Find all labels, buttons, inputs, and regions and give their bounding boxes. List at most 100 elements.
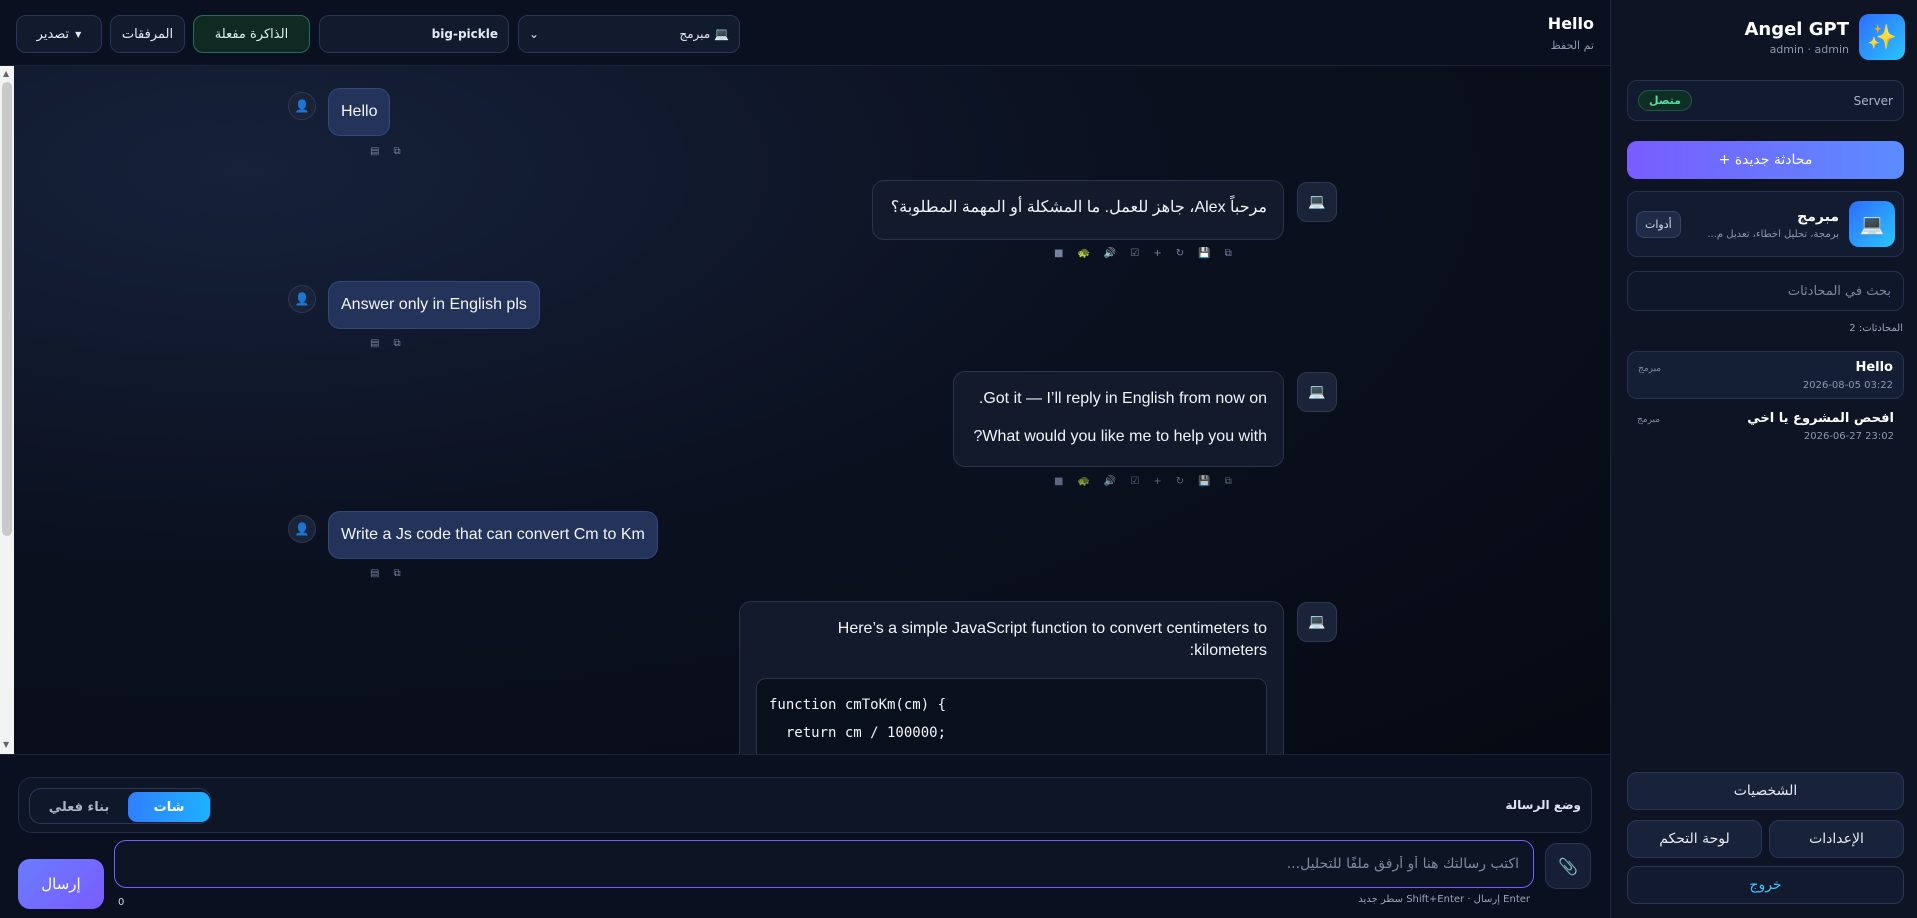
brand-title: Angel GPT: [1744, 18, 1849, 40]
copy-icon[interactable]: ⧉: [393, 338, 400, 349]
message-mode-label: وضع الرسالة: [1505, 798, 1581, 812]
user-message-actions: ▤ ⧉: [370, 146, 401, 157]
user-message: Write a Js code that can convert Cm to K…: [328, 511, 658, 559]
conversation-search-input[interactable]: [1627, 271, 1904, 311]
user-message: Hello: [328, 88, 391, 136]
scroll-up-icon[interactable]: ▲: [3, 69, 9, 78]
conversation-item[interactable]: افحص المشروع يا اخي 2026-06-27 23:02 مبر…: [1627, 403, 1904, 451]
bot-avatar-icon: 💻: [1297, 602, 1337, 642]
input-hint: Enter إرسال · Shift+Enter سطر جديد: [1358, 894, 1530, 905]
active-persona-card[interactable]: 💻 مبرمج برمجة، تحليل أخطاء، تعديل م... أ…: [1627, 191, 1904, 257]
settings-button[interactable]: الإعدادات: [1769, 820, 1904, 858]
conversation-persona-tag: مبرمج: [1638, 364, 1662, 374]
bot-avatar-icon: 💻: [1297, 182, 1337, 222]
laptop-icon: 💻: [1849, 201, 1895, 247]
message-mode-bar: وضع الرسالة بناء فعلي شات: [18, 777, 1592, 833]
character-count: 0: [118, 897, 125, 908]
server-status-box: متصل Server: [1627, 80, 1904, 121]
user-message-actions: ▤ ⧉: [370, 338, 401, 349]
persona-tools-button[interactable]: أدوات: [1636, 210, 1681, 238]
bot-message-actions: ⧉ 💾 ↻ + ☑ 🔊 🐢 ■: [1054, 248, 1232, 259]
conversation-item[interactable]: Hello 2026-08-05 03:22 مبرمج: [1627, 351, 1904, 399]
caret-down-icon: ▼: [75, 29, 82, 39]
add-icon[interactable]: +: [1153, 248, 1161, 259]
user-message-actions: ▤ ⧉: [370, 568, 401, 579]
turtle-icon[interactable]: 🐢: [1077, 248, 1089, 259]
speaker-icon[interactable]: 🔊: [1104, 476, 1116, 487]
stop-icon[interactable]: ■: [1054, 248, 1063, 259]
conversation-title: افحص المشروع يا اخي: [1747, 411, 1894, 426]
message-composer: وضع الرسالة بناء فعلي شات إرسال 0 Enter …: [0, 754, 1610, 918]
new-chat-button[interactable]: + محادثة جديدة: [1627, 141, 1904, 179]
copy-icon[interactable]: ⧉: [393, 146, 400, 157]
bot-message-text: Here’s a simple JavaScript function to c…: [837, 620, 1267, 659]
persona-name: مبرمج: [1797, 208, 1839, 225]
mode-chat-button[interactable]: شات: [128, 792, 210, 822]
message-mode-toggle: بناء فعلي شات: [29, 788, 211, 824]
user-avatar-icon: 👤: [288, 285, 316, 313]
refresh-icon[interactable]: ↻: [1176, 248, 1184, 259]
edit-icon[interactable]: ▤: [370, 338, 379, 349]
code-block[interactable]: function cmToKm(cm) { return cm / 100000…: [756, 678, 1267, 754]
save-icon[interactable]: 💾: [1198, 476, 1210, 487]
bot-avatar-icon: 💻: [1297, 372, 1337, 412]
server-status-badge: متصل: [1638, 90, 1692, 111]
add-icon[interactable]: +: [1153, 476, 1161, 487]
bot-message: Got it — I’ll reply in English from now …: [953, 371, 1284, 467]
check-icon[interactable]: ☑: [1130, 248, 1139, 259]
conversation-title: Hello: [1855, 360, 1893, 375]
laptop-icon: 💻: [714, 27, 729, 41]
bot-message-text: مرحباً Alex، جاهز للعمل. ما المشكلة أو ا…: [890, 199, 1267, 216]
scrollbar[interactable]: ▲ ▼: [0, 66, 14, 754]
sidebar: ✨ Angel GPT admin · admin متصل Server + …: [1610, 0, 1917, 918]
check-icon[interactable]: ☑: [1130, 476, 1139, 487]
send-button[interactable]: إرسال: [18, 859, 104, 909]
chevron-down-icon: ⌄: [529, 27, 540, 41]
user-avatar-icon: 👤: [288, 515, 316, 543]
attachments-button[interactable]: المرفقات: [110, 15, 185, 53]
bot-message-line: Got it — I’ll reply in English from now …: [978, 390, 1267, 407]
speaker-icon[interactable]: 🔊: [1104, 248, 1116, 259]
sparkle-icon: ✨: [1859, 14, 1905, 60]
persona-description: برمجة، تحليل أخطاء، تعديل م...: [1707, 228, 1839, 240]
logout-button[interactable]: خروج: [1627, 866, 1904, 904]
edit-icon[interactable]: ▤: [370, 146, 379, 157]
personas-button[interactable]: الشخصيات: [1627, 772, 1904, 810]
chat-title: Hello: [1547, 14, 1594, 33]
app-root: ✨ Angel GPT admin · admin متصل Server + …: [0, 0, 1917, 918]
user-message: Answer only in English pls: [328, 281, 540, 329]
mode-build-button[interactable]: بناء فعلي: [34, 792, 124, 822]
saved-status: تم الحفظ: [1550, 39, 1594, 52]
persona-select[interactable]: 💻 مبرمج ⌄: [518, 15, 740, 53]
chat-messages[interactable]: ▲ ▼ 👤 Hello ▤ ⧉ 💻 مرحباً Alex، جاهز للعم…: [0, 66, 1610, 754]
conversation-date: 2026-08-05 03:22: [1802, 380, 1893, 391]
bot-message-line: What would you like me to help you with?: [973, 428, 1268, 445]
user-avatar-icon: 👤: [288, 92, 316, 120]
export-button[interactable]: تصدير ▼: [16, 15, 102, 53]
save-icon[interactable]: 💾: [1198, 248, 1210, 259]
brand: ✨ Angel GPT admin · admin: [1744, 14, 1905, 60]
message-input[interactable]: [114, 840, 1534, 888]
bot-message: Here’s a simple JavaScript function to c…: [739, 601, 1284, 754]
refresh-icon[interactable]: ↻: [1176, 476, 1184, 487]
stop-icon[interactable]: ■: [1054, 476, 1063, 487]
conversation-date: 2026-06-27 23:02: [1803, 431, 1894, 442]
scrollbar-thumb[interactable]: [2, 82, 12, 536]
copy-icon[interactable]: ⧉: [1225, 248, 1232, 259]
conversation-count: المحادثات: 2: [1849, 323, 1903, 334]
server-label: Server: [1853, 93, 1893, 108]
copy-icon[interactable]: ⧉: [1225, 476, 1232, 487]
chat-header: Hello تم الحفظ 💻 مبرمج ⌄ big-pickle الذا…: [0, 0, 1610, 66]
edit-icon[interactable]: ▤: [370, 568, 379, 579]
scroll-down-icon[interactable]: ▼: [3, 740, 9, 749]
memory-toggle-button[interactable]: الذاكرة مفعلة: [193, 15, 310, 53]
bot-message-actions: ⧉ 💾 ↻ + ☑ 🔊 🐢 ■: [1054, 476, 1232, 487]
model-select[interactable]: big-pickle: [319, 15, 509, 53]
turtle-icon[interactable]: 🐢: [1077, 476, 1089, 487]
bot-message: مرحباً Alex، جاهز للعمل. ما المشكلة أو ا…: [872, 180, 1284, 240]
conversation-persona-tag: مبرمج: [1637, 415, 1661, 425]
dashboard-button[interactable]: لوحة التحكم: [1627, 820, 1762, 858]
brand-subtitle: admin · admin: [1769, 42, 1849, 56]
copy-icon[interactable]: ⧉: [393, 568, 400, 579]
paperclip-icon[interactable]: 📎: [1545, 843, 1591, 889]
